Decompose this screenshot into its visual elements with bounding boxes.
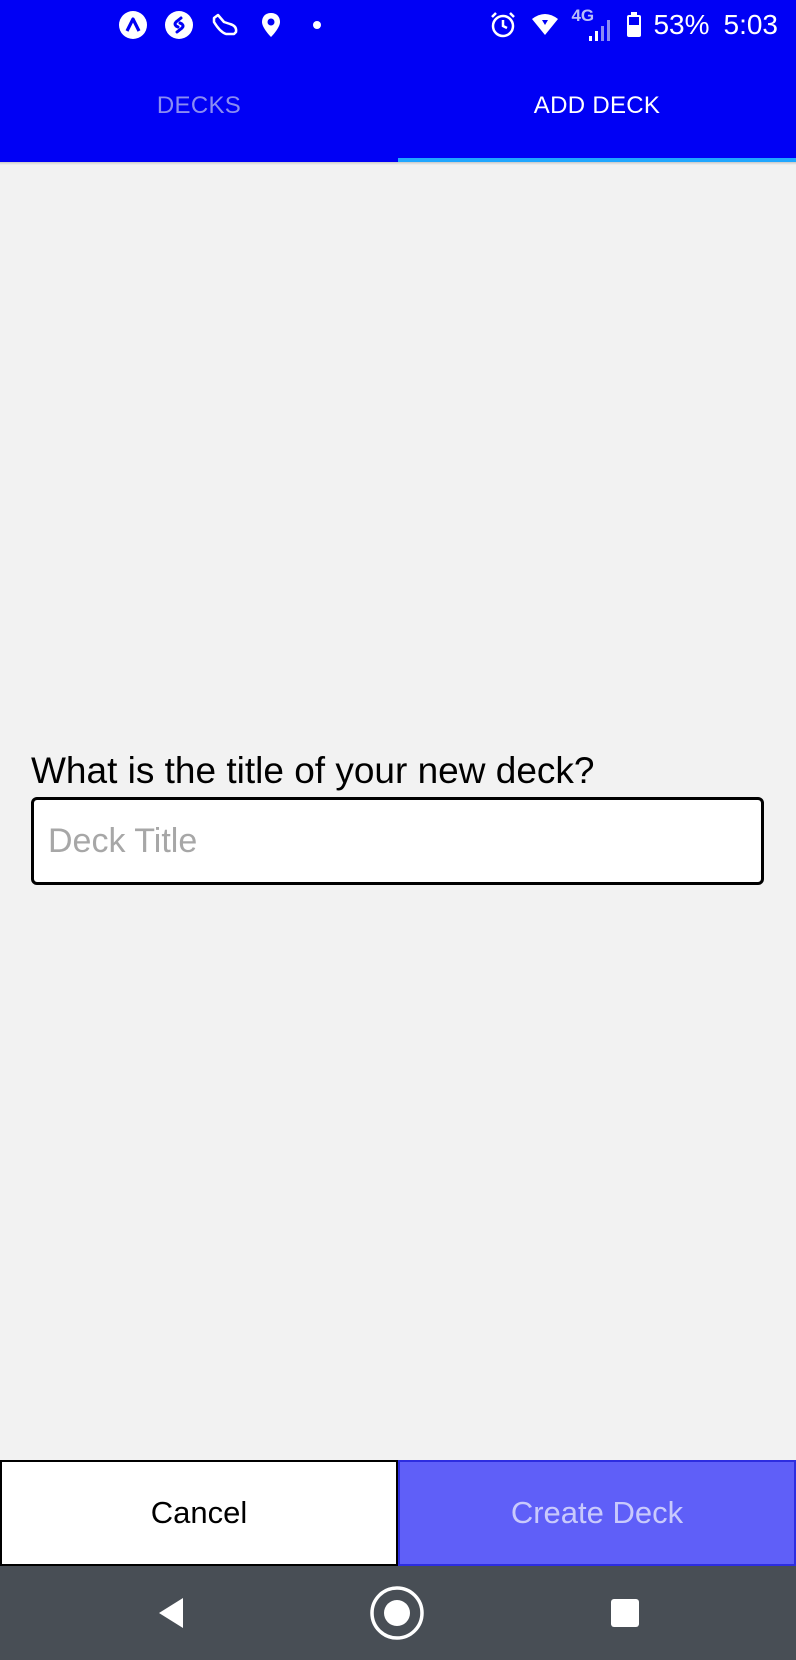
status-bar: 4G 53% 5:03 [0,0,796,50]
network-4g-icon: 4G [571,6,615,42]
create-deck-button[interactable]: Create Deck [398,1460,796,1566]
home-icon[interactable] [369,1585,425,1641]
alarm-icon [487,9,519,41]
back-icon[interactable] [148,1590,194,1636]
shazam-icon [163,9,195,41]
signal-icon [589,20,611,41]
tab-bar-shadow [0,162,796,165]
battery-percent: 53% [653,9,710,40]
dot-icon [301,9,333,41]
location-icon [255,9,287,41]
notification-icons [117,9,333,41]
deck-title-question: What is the title of your new deck? [31,750,595,791]
tab-add-deck[interactable]: ADD DECK [398,50,796,162]
cancel-button[interactable]: Cancel [0,1460,398,1566]
deck-title-input[interactable] [31,797,764,885]
expo-icon [117,9,149,41]
tab-decks[interactable]: DECKS [0,50,398,162]
tab-bar: DECKS ADD DECK [0,50,796,162]
wifi-icon [529,9,561,41]
recents-icon[interactable] [604,1592,646,1634]
system-icons: 4G 53% 5:03 [487,6,779,42]
battery-icon [625,9,643,41]
navigation-bar [0,1566,796,1660]
clock: 5:03 [723,9,779,40]
shoe-icon [209,9,241,41]
